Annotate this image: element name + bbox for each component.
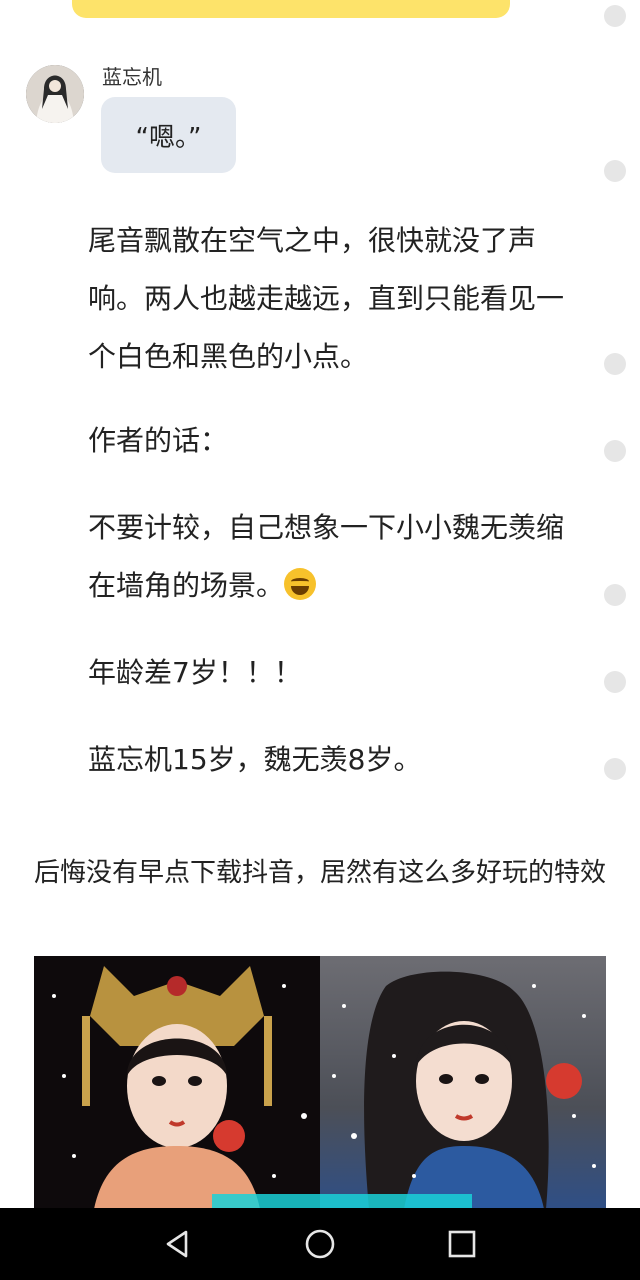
story-paragraph: 不要计较，自己想象一下小小魏无羡缩在墙角的场景。 [28, 499, 588, 615]
chat-message: “嗯。” [135, 122, 202, 153]
ad-image[interactable] [34, 956, 606, 1209]
ad-illustration [52, 966, 596, 1209]
recents-button[interactable] [444, 1226, 480, 1262]
ad-title[interactable]: 后悔没有早点下载抖音，居然有这么多好玩的特效 [34, 852, 614, 894]
story-paragraph: 年龄差7岁！！！ [88, 656, 302, 689]
side-dot [604, 758, 626, 780]
side-dot [604, 671, 626, 693]
back-button[interactable] [160, 1226, 196, 1262]
avatar[interactable] [26, 65, 84, 123]
story-paragraph: 蓝忘机15岁，魏无羡8岁。 [88, 743, 422, 776]
side-dot [604, 353, 626, 375]
author-note-heading: 作者的话： [88, 424, 229, 457]
side-dot [604, 440, 626, 462]
laughing-crying-emoji-icon [284, 568, 317, 600]
top-banner-bar[interactable] [72, 0, 510, 18]
speaker-name: 蓝忘机 [102, 65, 162, 89]
back-triangle-icon [166, 1230, 188, 1258]
chat-bubble: “嗯。” [101, 97, 236, 173]
home-button[interactable] [302, 1226, 338, 1262]
side-dot [604, 5, 626, 27]
side-dot [604, 584, 626, 606]
navigation-bar [0, 1208, 640, 1280]
side-dot [604, 160, 626, 182]
author-note-text: 不要计较，自己想象一下小小魏无羡缩在墙角的场景。 [88, 511, 565, 602]
story-paragraph: 尾音飘散在空气之中，很快就没了声响。两人也越走越远，直到只能看见一个白色和黑色的… [88, 224, 565, 373]
recents-square-icon [448, 1230, 476, 1258]
home-circle-icon [305, 1229, 335, 1259]
